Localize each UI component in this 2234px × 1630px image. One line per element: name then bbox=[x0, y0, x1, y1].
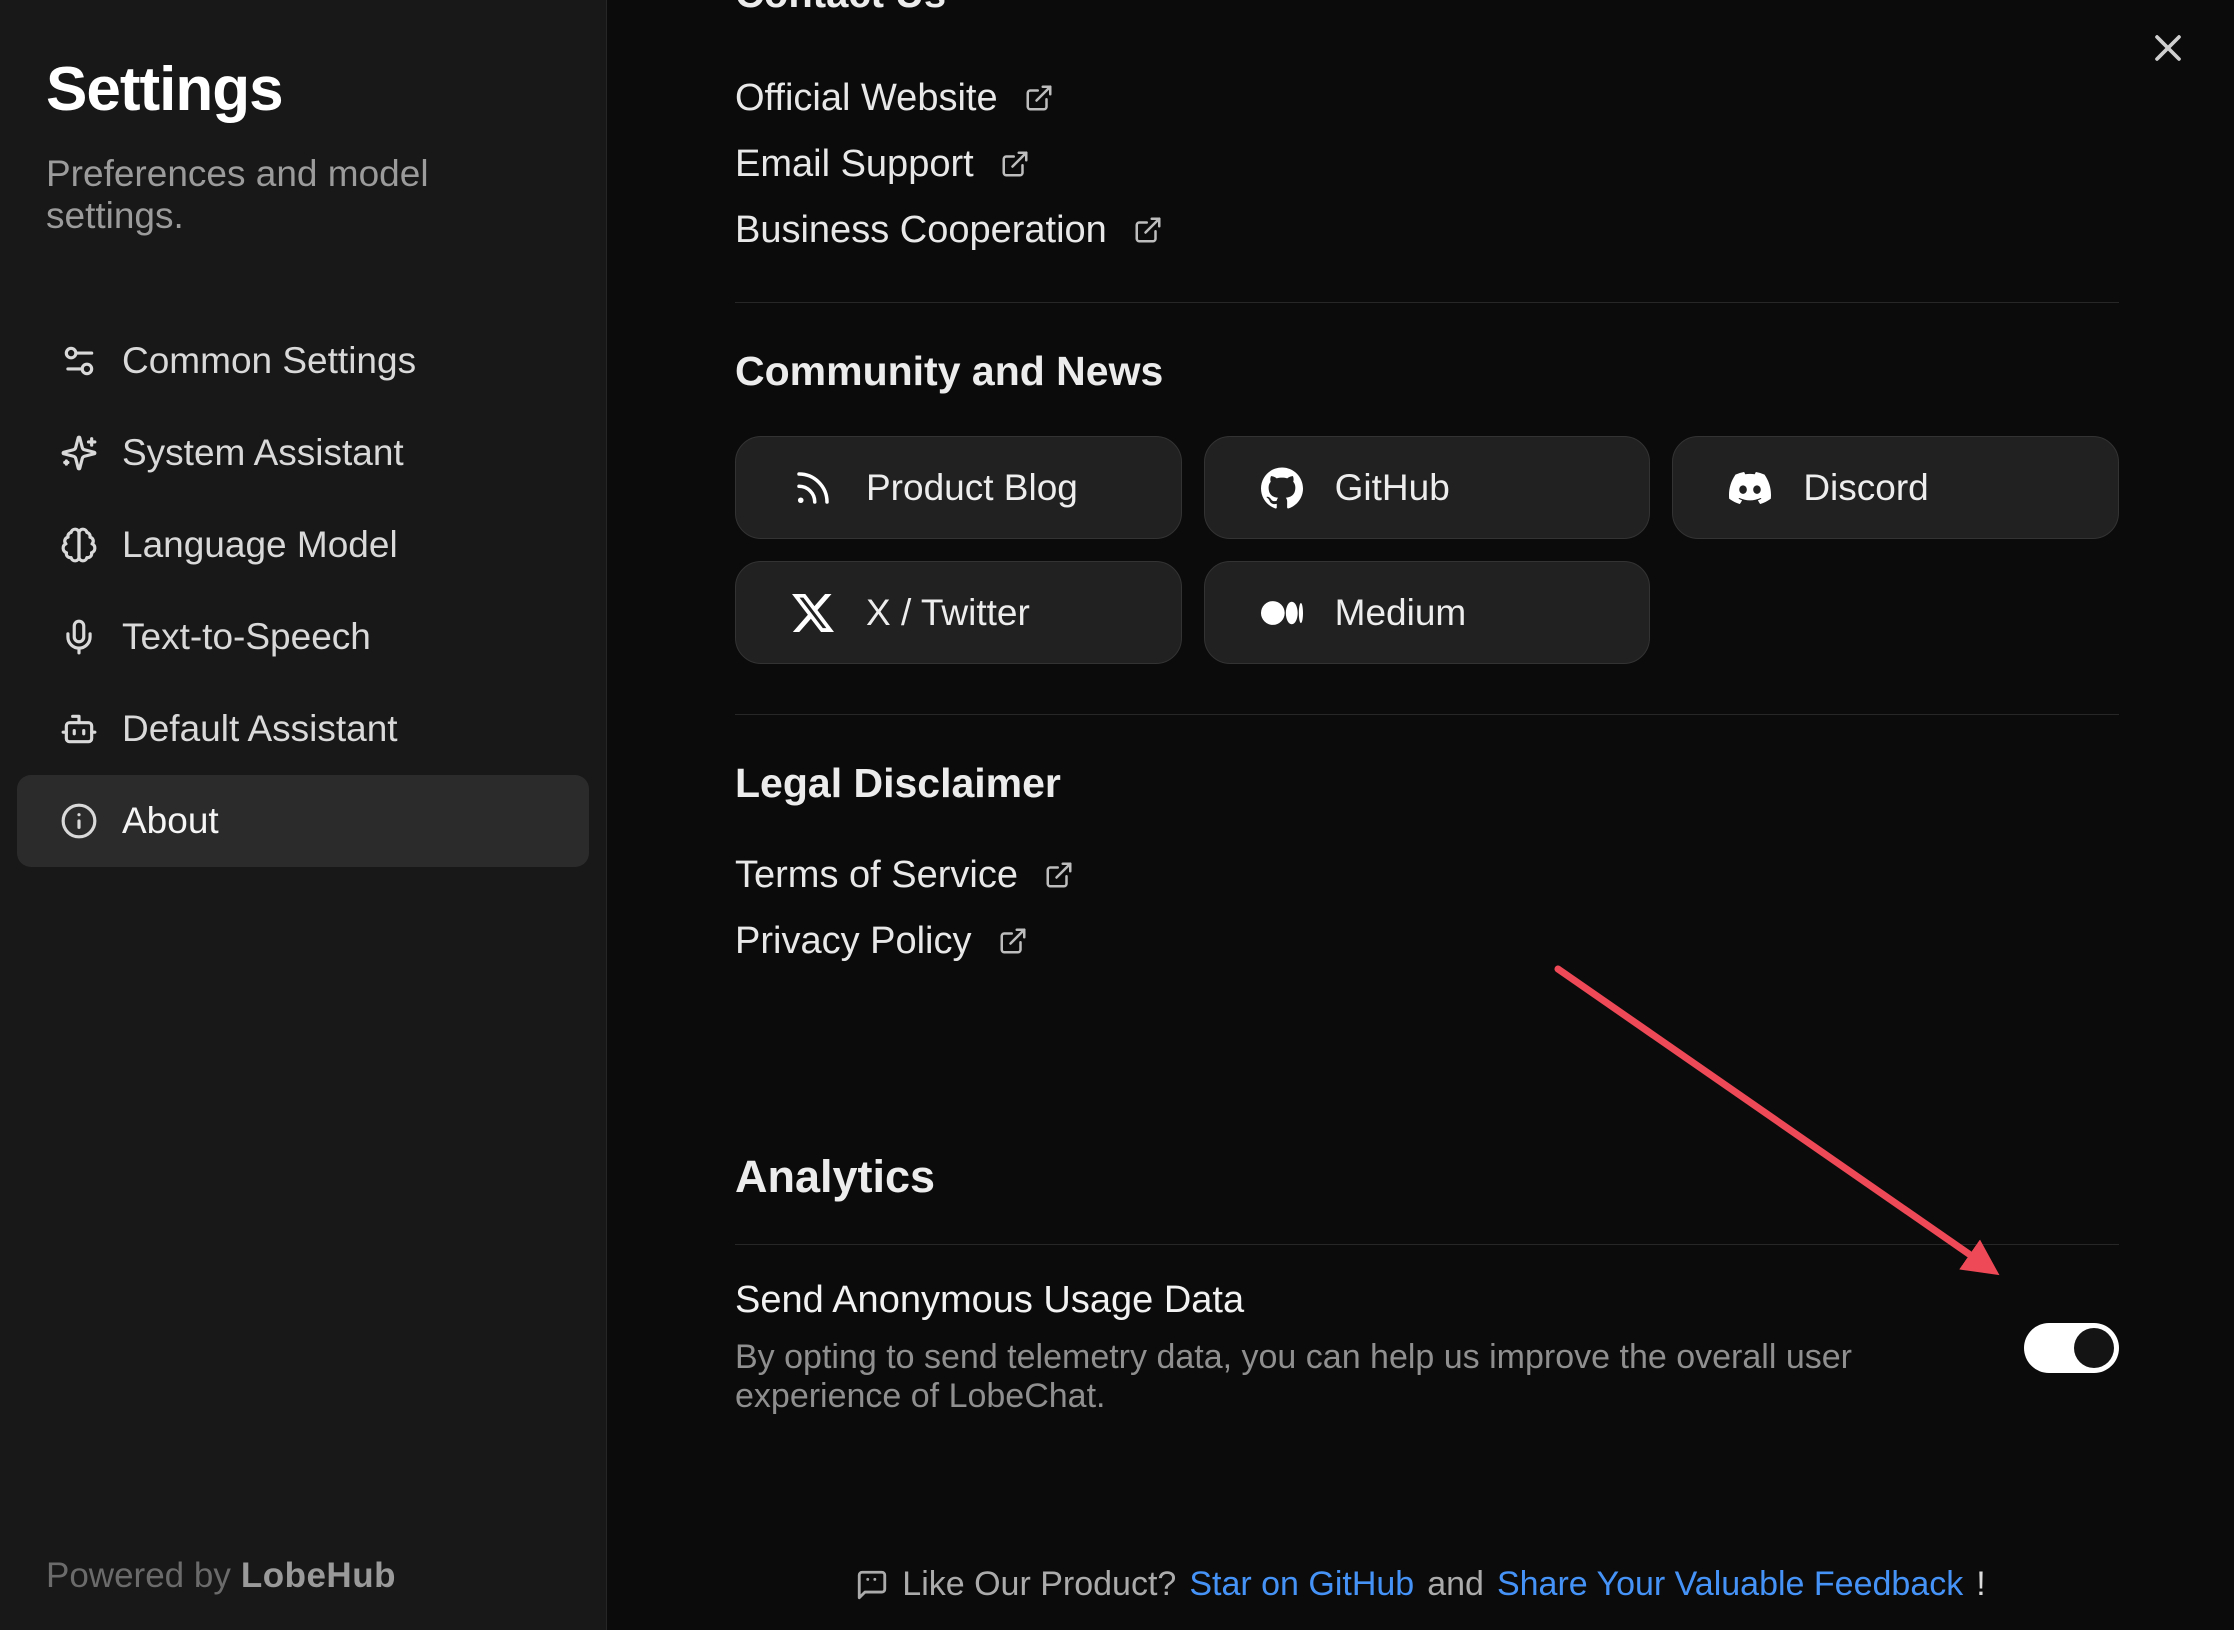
github-icon bbox=[1261, 467, 1303, 509]
send-usage-data-setting: Send Anonymous Usage Data By opting to s… bbox=[735, 1279, 2119, 1416]
divider bbox=[735, 1244, 2119, 1245]
sidebar-item-label: System Assistant bbox=[122, 432, 404, 474]
terms-of-service-link[interactable]: Terms of Service bbox=[735, 842, 2119, 908]
privacy-policy-link[interactable]: Privacy Policy bbox=[735, 908, 2119, 974]
settings-sidebar: Settings Preferences and model settings.… bbox=[0, 0, 607, 1630]
setting-label: Send Anonymous Usage Data bbox=[735, 1279, 2024, 1322]
email-support-link[interactable]: Email Support bbox=[735, 131, 2119, 197]
lobehub-brand: LobeHub bbox=[241, 1556, 396, 1595]
contact-links: Official Website Email Support Business … bbox=[735, 65, 2119, 263]
github-button[interactable]: GitHub bbox=[1204, 436, 1651, 539]
sidebar-item-label: Default Assistant bbox=[122, 708, 398, 750]
setting-text: Send Anonymous Usage Data By opting to s… bbox=[735, 1279, 2024, 1416]
footer-text: ! bbox=[1976, 1565, 1985, 1604]
button-label: GitHub bbox=[1335, 467, 1450, 509]
sidebar-item-label: Text-to-Speech bbox=[122, 616, 371, 658]
page-subtitle: Preferences and model settings. bbox=[46, 153, 560, 237]
external-link-icon bbox=[998, 926, 1028, 956]
button-label: Product Blog bbox=[866, 467, 1078, 509]
sidebar-item-common-settings[interactable]: Common Settings bbox=[17, 315, 589, 407]
external-link-icon bbox=[1024, 83, 1054, 113]
powered-by-text: Powered by bbox=[46, 1556, 231, 1595]
external-link-icon bbox=[1133, 215, 1163, 245]
setting-description: By opting to send telemetry data, you ca… bbox=[735, 1338, 2024, 1416]
sparkles-icon bbox=[60, 434, 98, 472]
legal-links: Terms of Service Privacy Policy bbox=[735, 842, 2119, 974]
sidebar-item-default-assistant[interactable]: Default Assistant bbox=[17, 683, 589, 775]
business-cooperation-link[interactable]: Business Cooperation bbox=[735, 197, 2119, 263]
link-label: Terms of Service bbox=[735, 854, 1018, 897]
message-quote-icon bbox=[855, 1568, 889, 1602]
powered-by: Powered by LobeHub bbox=[46, 1556, 396, 1596]
product-blog-button[interactable]: Product Blog bbox=[735, 436, 1182, 539]
divider bbox=[735, 302, 2119, 303]
community-buttons: Product Blog GitHub Discord X / Twitter … bbox=[735, 436, 2119, 664]
settings-nav: Common Settings System Assistant Languag… bbox=[17, 315, 589, 867]
medium-button[interactable]: Medium bbox=[1204, 561, 1651, 664]
close-icon[interactable] bbox=[2146, 26, 2190, 70]
external-link-icon bbox=[1000, 149, 1030, 179]
sidebar-item-about[interactable]: About bbox=[17, 775, 589, 867]
button-label: Medium bbox=[1335, 592, 1467, 634]
legal-title: Legal Disclaimer bbox=[735, 759, 2119, 808]
send-usage-toggle[interactable] bbox=[2024, 1323, 2119, 1373]
sidebar-item-label: Language Model bbox=[122, 524, 398, 566]
discord-icon bbox=[1729, 467, 1771, 509]
medium-icon bbox=[1261, 592, 1303, 634]
official-website-link[interactable]: Official Website bbox=[735, 65, 2119, 131]
star-on-github-link[interactable]: Star on GitHub bbox=[1189, 1565, 1414, 1604]
info-icon bbox=[60, 802, 98, 840]
feedback-footer: Like Our Product? Star on GitHub and Sha… bbox=[607, 1565, 2234, 1604]
sliders-icon bbox=[60, 342, 98, 380]
external-link-icon bbox=[1044, 860, 1074, 890]
community-title: Community and News bbox=[735, 347, 2119, 396]
footer-text: Like Our Product? bbox=[902, 1565, 1176, 1604]
share-feedback-link[interactable]: Share Your Valuable Feedback bbox=[1497, 1565, 1963, 1604]
divider bbox=[735, 714, 2119, 715]
button-label: X / Twitter bbox=[866, 592, 1030, 634]
link-label: Official Website bbox=[735, 77, 998, 120]
sidebar-item-label: Common Settings bbox=[122, 340, 416, 382]
brain-icon bbox=[60, 526, 98, 564]
about-panel: Contact Us Official Website Email Suppor… bbox=[607, 0, 2234, 1630]
settings-window: Settings Preferences and model settings.… bbox=[0, 0, 2234, 1630]
x-icon bbox=[792, 592, 834, 634]
link-label: Privacy Policy bbox=[735, 920, 972, 963]
link-label: Business Cooperation bbox=[735, 209, 1107, 252]
sidebar-item-system-assistant[interactable]: System Assistant bbox=[17, 407, 589, 499]
button-label: Discord bbox=[1803, 467, 1928, 509]
page-title: Settings bbox=[46, 54, 560, 125]
rss-icon bbox=[792, 467, 834, 509]
sidebar-item-text-to-speech[interactable]: Text-to-Speech bbox=[17, 591, 589, 683]
sidebar-item-label: About bbox=[122, 800, 219, 842]
x-twitter-button[interactable]: X / Twitter bbox=[735, 561, 1182, 664]
footer-text: and bbox=[1427, 1565, 1484, 1604]
discord-button[interactable]: Discord bbox=[1672, 436, 2119, 539]
toggle-knob bbox=[2074, 1328, 2114, 1368]
link-label: Email Support bbox=[735, 143, 974, 186]
mic-icon bbox=[60, 618, 98, 656]
analytics-title: Analytics bbox=[735, 1150, 2119, 1204]
sidebar-item-language-model[interactable]: Language Model bbox=[17, 499, 589, 591]
bot-icon bbox=[60, 710, 98, 748]
contact-us-title: Contact Us bbox=[735, 0, 2119, 17]
